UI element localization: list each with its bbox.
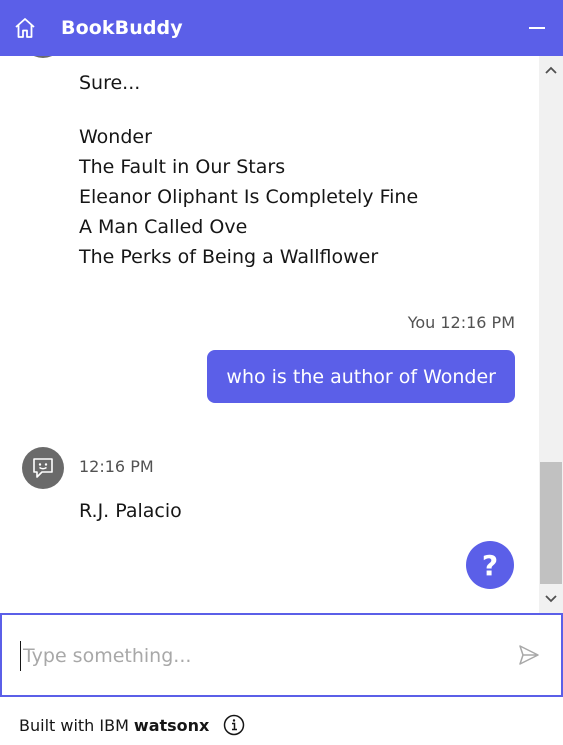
user-message-bubble: who is the author of Wonder — [207, 350, 515, 403]
help-label: ? — [481, 548, 499, 582]
home-button[interactable] — [0, 0, 50, 56]
footer-brand: watsonx — [133, 715, 210, 735]
list-item: The Fault in Our Stars — [79, 156, 286, 178]
list-item: Wonder — [79, 126, 152, 148]
list-item: A Man Called Ove — [79, 216, 248, 238]
chat-messages: Sure... Wonder The Fault in Our Stars El… — [0, 56, 539, 613]
bot-message-answer: R.J. Palacio — [79, 500, 182, 522]
chat-scrollbar[interactable] — [539, 56, 563, 613]
user-message-meta: You 12:16 PM — [407, 313, 515, 332]
bot-avatar-partial — [22, 56, 64, 58]
send-button[interactable] — [517, 643, 541, 667]
chat-bot-icon — [33, 458, 53, 478]
user-message-text: who is the author of Wonder — [226, 365, 496, 388]
list-item: Eleanor Oliphant Is Completely Fine — [79, 186, 419, 208]
info-icon — [224, 714, 245, 736]
home-icon — [15, 18, 35, 38]
help-button[interactable]: ? — [466, 541, 514, 589]
send-icon — [519, 645, 539, 665]
info-button[interactable] — [223, 714, 245, 736]
chat-header: BookBuddy — [0, 0, 563, 56]
footer-prefix: Built with IBM — [19, 715, 129, 735]
bot-message-list: Wonder The Fault in Our Stars Eleanor Ol… — [79, 122, 418, 272]
chevron-down-icon — [545, 595, 557, 603]
minimize-button[interactable] — [525, 16, 549, 40]
message-input[interactable] — [20, 641, 480, 671]
list-item: The Perks of Being a Wallflower — [79, 246, 379, 268]
minimize-icon — [529, 27, 545, 29]
scroll-down-button[interactable] — [539, 585, 563, 613]
bot-message-time: 12:16 PM — [79, 457, 154, 476]
scrollbar-thumb[interactable] — [540, 462, 562, 584]
bot-avatar — [22, 447, 64, 489]
chevron-up-icon — [545, 66, 557, 74]
message-input-bar — [0, 613, 563, 697]
footer: Built with IBM watsonx — [19, 712, 245, 738]
bot-message-intro: Sure... — [79, 72, 141, 94]
scroll-up-button[interactable] — [539, 56, 563, 84]
app-title: BookBuddy — [61, 17, 183, 39]
